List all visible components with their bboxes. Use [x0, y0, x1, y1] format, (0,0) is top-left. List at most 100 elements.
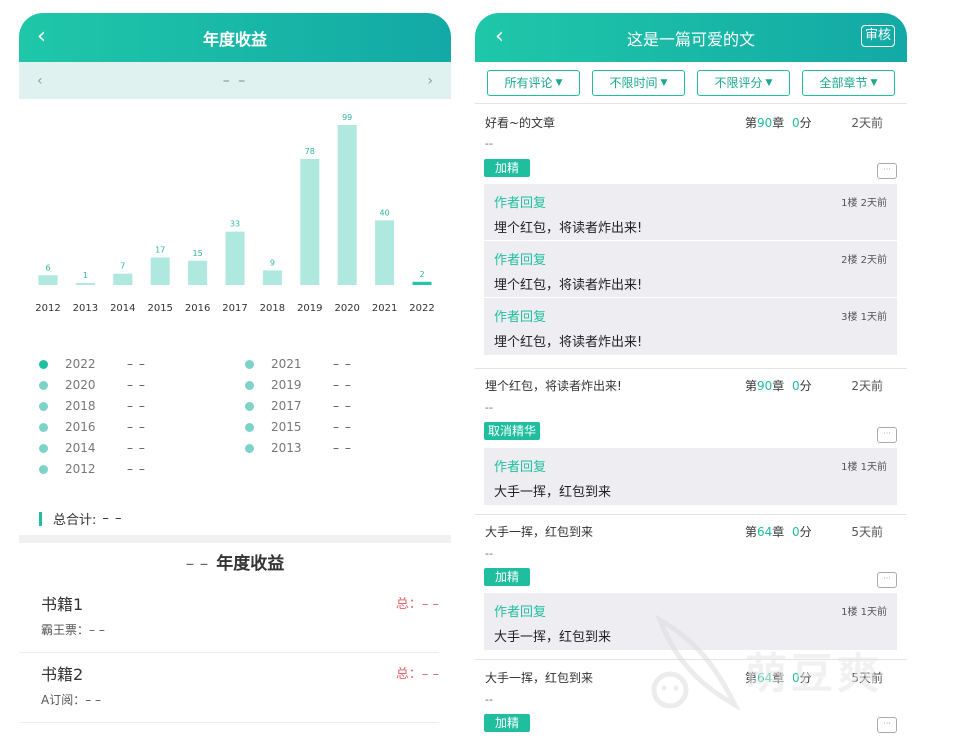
comment-header: 好看~的文章 第90章 0分 2天前 [475, 114, 907, 134]
chart-bar[interactable] [150, 257, 170, 285]
legend-value: – – [333, 357, 352, 371]
x-tick-label: 2021 [372, 303, 397, 314]
legend-year: 2016 [65, 420, 96, 434]
watermark-text: 萌豆爽 [745, 649, 884, 698]
legend-item[interactable]: 2018 – – [39, 397, 146, 415]
comment-meta: 第90章 0分 [745, 114, 812, 131]
comment-bubble-icon[interactable]: ··· [877, 163, 897, 179]
filter-label: 不限评分 [714, 76, 763, 90]
legend-dot-icon [39, 464, 48, 474]
chart-bar[interactable] [300, 158, 320, 285]
score-suffix: 分 [799, 379, 812, 393]
chart-bar[interactable] [38, 275, 58, 285]
reply-message: 埋个红包，将读者炸出来! [494, 221, 643, 236]
score-value: 0 [791, 379, 800, 393]
current-year-label: – – [222, 72, 248, 89]
legend-value: – – [333, 420, 352, 434]
bar-value-label: 33 [230, 220, 240, 229]
legend-dot-icon [39, 359, 48, 369]
feature-button[interactable]: 加精 [484, 714, 531, 732]
income-bar-chart: 6 2012 1 2013 7 2014 17 2015 15 2016 33 2017 9 2018 78… [35, 113, 434, 314]
prev-year-icon[interactable]: ‹ [37, 73, 43, 89]
chart-bar[interactable] [375, 220, 395, 285]
comment-text: 好看~的文章 [485, 116, 556, 130]
bar-value-label: 9 [270, 258, 275, 267]
filter-label: 不限时间 [609, 76, 658, 90]
bar-value-label: 7 [120, 262, 125, 271]
comment-time: 5天前 [851, 525, 883, 539]
filter-score[interactable]: 不限评分 ▼ [697, 69, 790, 96]
total-marker [39, 511, 42, 526]
x-tick-label: 2014 [110, 303, 135, 314]
reply-message: 埋个红包，将读者炸出来! [494, 335, 643, 350]
x-tick-label: 2016 [185, 303, 210, 314]
comment-bubble-icon[interactable]: ··· [877, 572, 897, 588]
filter-chapter[interactable]: 全部章节 ▼ [802, 69, 895, 96]
legend-item[interactable]: 2016 – – [39, 418, 146, 436]
annual-income-screen: ‹ 年度收益 ‹ – – › 6 2012 1 2013 7 2014 17 2015 15 20… [19, 13, 451, 749]
reply-floor: 1楼 2天前 [841, 198, 887, 209]
feature-button[interactable]: 加精 [484, 159, 531, 177]
chapter-number: 64 [757, 525, 773, 539]
filter-time[interactable]: 不限时间 ▼ [592, 69, 685, 96]
bar-value-label: 40 [380, 208, 390, 217]
legend-value: – – [127, 357, 146, 371]
reply-floor: 2楼 2天前 [841, 255, 887, 266]
filter-all-comments[interactable]: 所有评论 ▼ [487, 69, 580, 96]
legend-year: 2022 [65, 357, 96, 371]
unfeature-button[interactable]: 取消精华 [484, 422, 541, 440]
chevron-left-icon[interactable]: ‹ [495, 25, 504, 49]
legend-dot-icon [245, 401, 254, 411]
comment-time: 2天前 [851, 379, 883, 393]
chart-bar[interactable] [188, 260, 208, 285]
caret-down-icon: ▼ [555, 77, 563, 88]
reply-message: 大手一挥，红包到来 [494, 485, 612, 500]
chart-bar[interactable] [337, 125, 357, 285]
comment-bubble-icon[interactable]: ··· [877, 427, 897, 443]
reply-message: 大手一挥，红包到来 [494, 630, 612, 645]
legend-item[interactable]: 2013 – – [245, 439, 352, 457]
book-name: 书籍1 [41, 595, 84, 614]
legend-item[interactable]: 2020 – – [39, 376, 146, 394]
legend-item[interactable]: 2017 – – [245, 397, 352, 415]
book-row[interactable]: 书籍2 总：– – A订阅：– – [19, 655, 439, 723]
comment-dash: -- [485, 401, 493, 414]
caret-down-icon: ▼ [870, 77, 878, 88]
legend-item[interactable]: 2012 – – [39, 460, 146, 478]
reply-item: 作者回复 1楼 2天前 埋个红包，将读者炸出来! [484, 184, 897, 241]
reply-message: 埋个红包，将读者炸出来! [494, 278, 643, 293]
reply-item: 作者回复 1楼 1天前 大手一挥，红包到来 [484, 448, 897, 505]
legend-year: 2012 [65, 462, 96, 476]
audit-button[interactable]: 审核 [860, 25, 895, 47]
chevron-left-icon[interactable]: ‹ [37, 25, 46, 49]
chart-bar[interactable] [225, 231, 245, 285]
watermark-logo: 萌豆爽 [640, 610, 930, 730]
feature-button[interactable]: 加精 [484, 568, 531, 586]
legend-dot-icon [39, 401, 48, 411]
legend-item[interactable]: 2014 – – [39, 439, 146, 457]
legend-item[interactable]: 2021 – – [245, 355, 352, 373]
legend-item[interactable]: 2019 – – [245, 376, 352, 394]
chart-bar[interactable] [113, 273, 133, 285]
chart-bar[interactable] [262, 270, 282, 285]
legend-item[interactable]: 2022 – – [39, 355, 146, 373]
section-title: – – 年度收益 [19, 549, 451, 574]
bar-value-label: 1 [83, 271, 88, 280]
bar-value-label: 6 [45, 263, 50, 272]
chart-bar[interactable] [412, 281, 432, 285]
comment-divider [475, 368, 907, 369]
legend-item[interactable]: 2015 – – [245, 418, 352, 436]
legend-year: 2017 [271, 399, 302, 413]
reply-author: 作者回复 [494, 310, 547, 325]
book-row[interactable]: 书籍1 总：– – 霸王票：– – [19, 585, 439, 653]
legend-year: 2021 [271, 357, 302, 371]
chart-bar[interactable] [75, 283, 95, 285]
bar-value-label: 99 [342, 113, 352, 122]
legend-dot-icon [245, 359, 254, 369]
legend-value: – – [333, 441, 352, 455]
legend-year: 2013 [271, 441, 302, 455]
next-year-icon[interactable]: › [427, 73, 433, 89]
legend-year: 2015 [271, 420, 302, 434]
total-sum: 总合计: – – [39, 509, 123, 528]
book-total: 总：– – [395, 667, 439, 682]
